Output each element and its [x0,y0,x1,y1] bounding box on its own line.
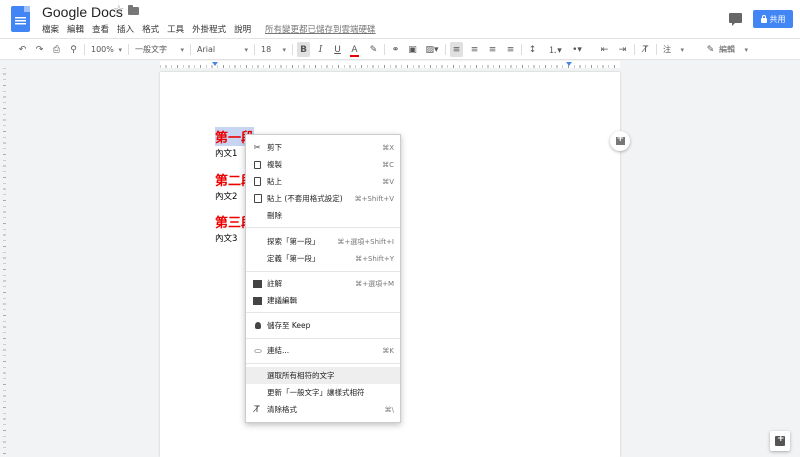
add-comment-button[interactable] [610,131,630,151]
menu-help[interactable]: 說明 [234,23,251,35]
align-left-icon[interactable]: ≡ [450,42,463,57]
menu-item-paste-plain[interactable]: 貼上 (不套用格式設定) ⌘+Shift+V [246,190,400,207]
decrease-indent-icon[interactable]: ⇤ [598,42,611,57]
keep-bulb-icon [255,322,261,329]
copy-icon [254,160,261,169]
paste-icon [254,177,261,186]
text-color-button[interactable]: A [348,42,361,57]
link-icon[interactable]: ⚭ [389,42,402,57]
font-size-select[interactable]: 18 [258,42,288,57]
paint-format-icon[interactable]: ⚲ [67,42,80,57]
body-text-2[interactable]: 內文2 [215,190,237,202]
print-icon[interactable]: ⎙ [50,42,63,57]
lock-icon [760,14,767,23]
explore-button[interactable] [770,431,790,451]
insert-comment-icon[interactable]: ▣ [406,42,419,57]
menu-item-suggest[interactable]: 建議編輯 [246,292,400,309]
increase-indent-icon[interactable]: ⇥ [616,42,629,57]
menu-file[interactable]: 檔案 [42,23,59,35]
save-status[interactable]: 所有變更都已儲存到雲端硬碟 [265,23,376,35]
menu-item-cut[interactable]: 剪下 ⌘X [246,139,400,156]
menu-insert[interactable]: 插入 [117,23,134,35]
menu-tools[interactable]: 工具 [167,23,184,35]
horizontal-ruler[interactable] [0,60,800,68]
undo-icon[interactable]: ↶ [16,42,29,57]
add-comment-icon [615,134,625,145]
font-select[interactable]: Arial [194,42,250,57]
italic-button[interactable]: I [314,42,327,57]
comment-icon [253,279,262,288]
menu-item-define[interactable]: 定義「第一段」 ⌘+Shift+Y [246,250,400,267]
clear-formatting-icon [252,405,262,415]
menu-edit[interactable]: 編輯 [67,23,84,35]
menubar: 檔案 編輯 查看 插入 格式 工具 外掛程式 說明 [42,23,259,35]
align-justify-icon[interactable]: ≡ [504,42,517,57]
scissors-icon [252,143,262,153]
comments-icon[interactable] [729,13,742,26]
menu-view[interactable]: 查看 [92,23,109,35]
menu-item-save-to-keep[interactable]: 儲存至 Keep [246,317,400,334]
editing-mode-select[interactable]: 編輯 [716,42,750,57]
clear-formatting-icon[interactable]: T̸ [639,42,652,57]
star-icon[interactable]: ☆ [113,3,125,18]
docs-logo-icon[interactable] [11,6,30,32]
menu-item-copy[interactable]: 複製 ⌘C [246,156,400,173]
paste-plain-icon [254,194,262,203]
app-title[interactable]: Google Docs [42,4,123,20]
highlight-icon[interactable]: ✎ [367,42,380,57]
link-icon [252,346,262,356]
align-right-icon[interactable]: ≡ [486,42,499,57]
share-label: 共用 [769,14,786,24]
toolbar: ↶ ↷ ⎙ ⚲ 100% 一般文字 Arial 18 B I U A ✎ ⚭ ▣… [0,38,800,60]
menu-item-select-all-matching[interactable]: 選取所有相符的文字 [246,367,400,384]
explore-icon [775,434,785,446]
style-select[interactable]: 一般文字 [132,42,186,57]
text-color-label: A [351,44,358,55]
menu-item-explore[interactable]: 探索「第一段」 ⌘+選項+Shift+I [246,233,400,250]
list-options-select[interactable]: 注 [660,42,686,57]
bulleted-list-icon[interactable]: •▾ [568,42,586,57]
menu-item-update-style[interactable]: 更新「一般文字」讓樣式相符 [246,384,400,401]
body-text-3[interactable]: 內文3 [215,232,237,244]
folder-icon[interactable] [128,5,139,15]
left-indent-marker[interactable] [212,62,218,66]
body-text-1[interactable]: 內文1 [215,147,237,159]
align-center-icon[interactable]: ≡ [468,42,481,57]
suggest-edit-icon [253,296,262,305]
context-menu: 剪下 ⌘X 複製 ⌘C 貼上 ⌘V 貼上 (不套用格式設定) ⌘+Shift+V… [245,134,401,423]
insert-image-icon[interactable]: ▨▾ [423,42,441,57]
zoom-select[interactable]: 100% [88,42,124,57]
line-spacing-icon[interactable]: ↕ [526,42,539,57]
share-button[interactable]: 共用 [753,10,793,28]
menu-item-delete[interactable]: 刪除 [246,207,400,224]
header: Google Docs ☆ 檔案 編輯 查看 插入 格式 工具 外掛程式 說明 … [0,0,800,38]
right-indent-marker[interactable] [566,62,572,66]
menu-item-link[interactable]: 連結... ⌘K [246,342,400,359]
menu-item-clear-formatting[interactable]: 清除格式 ⌘\ [246,401,400,418]
bold-button[interactable]: B [297,42,310,57]
underline-button[interactable]: U [331,42,344,57]
redo-icon[interactable]: ↷ [33,42,46,57]
numbered-list-icon[interactable]: ⒈▾ [546,42,564,57]
vertical-ruler[interactable] [0,68,8,457]
menu-item-comment[interactable]: 註解 ⌘+選項+M [246,275,400,292]
menu-format[interactable]: 格式 [142,23,159,35]
menu-item-paste[interactable]: 貼上 ⌘V [246,173,400,190]
menu-addons[interactable]: 外掛程式 [192,23,226,35]
